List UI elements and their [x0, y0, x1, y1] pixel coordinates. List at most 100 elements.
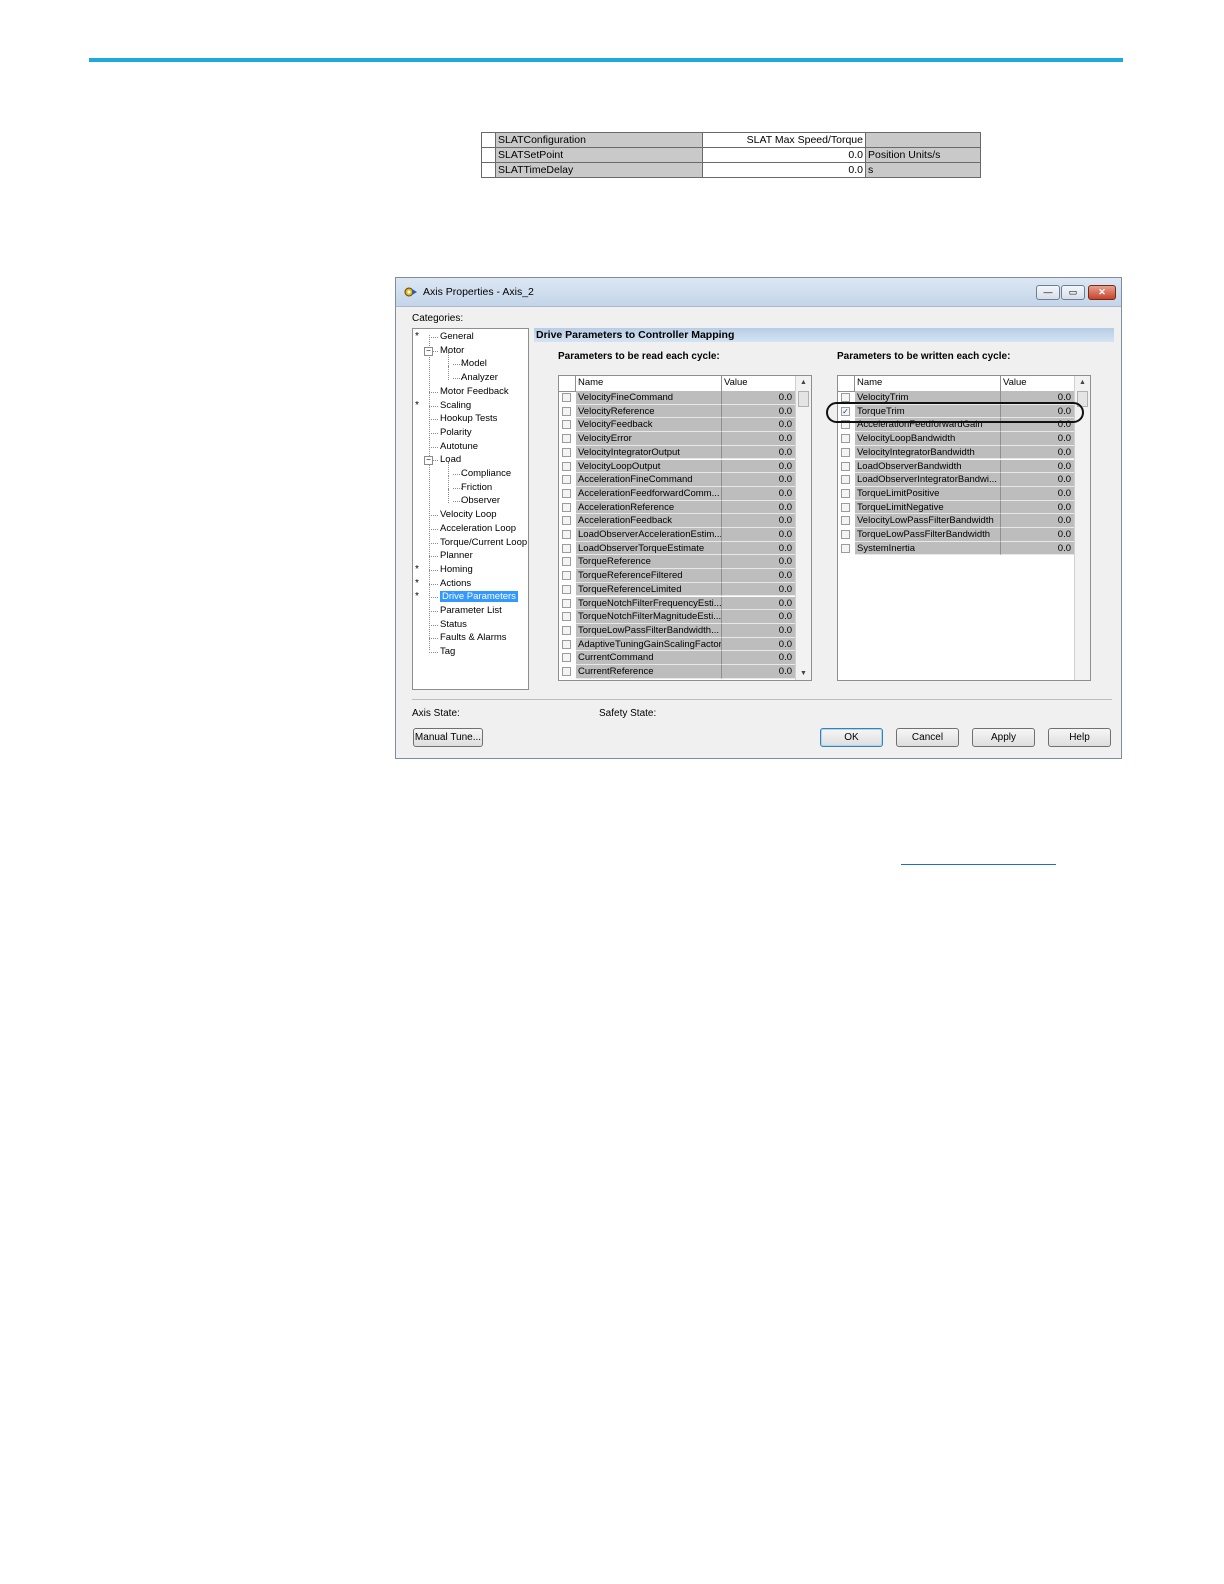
- tree-item[interactable]: Compliance: [461, 468, 511, 480]
- manual-tune-button[interactable]: Manual Tune...: [413, 728, 483, 747]
- param-row[interactable]: TorqueNotchFilterMagnitudeEsti... 0.0: [559, 610, 795, 624]
- checkbox[interactable]: [562, 447, 571, 457]
- param-row[interactable]: AccelerationFeedback 0.0: [559, 514, 795, 528]
- collapse-toggle-icon[interactable]: −: [424, 456, 433, 466]
- param-row[interactable]: VelocityLoopOutput 0.0: [559, 459, 795, 474]
- scroll-thumb[interactable]: [798, 391, 809, 407]
- slat-param-value[interactable]: SLAT Max Speed/Torque: [702, 132, 866, 148]
- checkbox[interactable]: [841, 461, 850, 471]
- tree-item[interactable]: Drive Parameters: [440, 591, 518, 603]
- tree-item[interactable]: Hookup Tests: [440, 413, 497, 425]
- categories-tree[interactable]: * General − Motor Model Analyzer Motor Feedbac…: [412, 328, 529, 690]
- param-row[interactable]: TorqueReferenceLimited 0.0: [559, 582, 795, 597]
- checkbox[interactable]: [841, 502, 850, 512]
- param-row[interactable]: CurrentReference 0.0: [559, 665, 795, 679]
- param-row[interactable]: LoadObserverTorqueEstimate 0.0: [559, 541, 795, 556]
- tree-item[interactable]: Autotune: [440, 441, 478, 453]
- collapse-toggle-icon[interactable]: −: [424, 346, 433, 356]
- checkbox[interactable]: [841, 434, 850, 444]
- checkbox[interactable]: [841, 475, 850, 485]
- tree-item[interactable]: Polarity: [440, 427, 472, 439]
- checkbox[interactable]: [562, 461, 571, 471]
- checkbox[interactable]: [562, 516, 571, 526]
- tree-item[interactable]: Acceleration Loop: [440, 523, 516, 535]
- checkbox[interactable]: [841, 488, 850, 498]
- checkbox[interactable]: [562, 612, 571, 622]
- slat-row-selector[interactable]: [481, 147, 496, 163]
- read-grid-scrollbar[interactable]: ▲ ▼: [795, 376, 811, 680]
- slat-row-selector[interactable]: [481, 162, 496, 178]
- tree-item[interactable]: Tag: [440, 646, 455, 658]
- checkbox[interactable]: [562, 625, 571, 635]
- tree-item[interactable]: Load: [440, 454, 461, 466]
- param-row[interactable]: AdaptiveTuningGainScalingFactor 0.0: [559, 637, 795, 652]
- param-row[interactable]: VelocityFineCommand 0.0: [559, 391, 795, 405]
- param-row[interactable]: TorqueLowPassFilterBandwidth... 0.0: [559, 623, 795, 638]
- apply-button[interactable]: Apply: [972, 728, 1035, 747]
- checkbox[interactable]: [562, 502, 571, 512]
- param-row[interactable]: VelocityLowPassFilterBandwidth 0.0: [838, 514, 1074, 528]
- checkbox[interactable]: [562, 598, 571, 608]
- checkbox[interactable]: [841, 543, 850, 553]
- ok-button[interactable]: OK: [820, 728, 883, 747]
- checkbox[interactable]: [841, 530, 850, 539]
- title-bar[interactable]: Axis Properties - Axis_2 — ▭ ✕: [396, 278, 1121, 307]
- slat-row-selector[interactable]: [481, 132, 496, 148]
- param-row[interactable]: TorqueReference 0.0: [559, 555, 795, 570]
- slat-param-value[interactable]: 0.0: [702, 162, 866, 178]
- tree-item[interactable]: Model: [461, 358, 487, 370]
- help-button[interactable]: Help: [1048, 728, 1111, 747]
- checkbox[interactable]: [562, 530, 571, 539]
- maximize-button[interactable]: ▭: [1061, 285, 1085, 300]
- checkbox[interactable]: [562, 420, 571, 430]
- header-name[interactable]: Name: [855, 376, 1001, 391]
- tree-item[interactable]: Motor: [440, 345, 464, 357]
- param-row[interactable]: LoadObserverBandwidth 0.0: [838, 459, 1074, 474]
- param-row[interactable]: AccelerationFineCommand 0.0: [559, 473, 795, 487]
- param-row[interactable]: VelocityReference 0.0: [559, 404, 795, 419]
- tree-item[interactable]: Status: [440, 619, 467, 631]
- param-row[interactable]: VelocityIntegratorOutput 0.0: [559, 445, 795, 460]
- tree-item[interactable]: Friction: [461, 482, 492, 494]
- checkbox[interactable]: [562, 571, 571, 581]
- header-value[interactable]: Value: [722, 376, 795, 391]
- tree-item[interactable]: Torque/Current Loop: [440, 537, 527, 549]
- checkbox[interactable]: [562, 406, 571, 416]
- read-params-grid[interactable]: Name Value ▲ ▼ VelocityFineCommand 0.0 Vel…: [558, 375, 812, 681]
- tree-item[interactable]: Observer: [461, 495, 500, 507]
- header-name[interactable]: Name: [576, 376, 722, 391]
- hyperlink-underline[interactable]: [901, 864, 1056, 865]
- tree-item[interactable]: Scaling: [440, 400, 471, 412]
- param-row[interactable]: CurrentCommand 0.0: [559, 651, 795, 665]
- tree-item[interactable]: Faults & Alarms: [440, 632, 507, 644]
- param-row[interactable]: TorqueLimitNegative 0.0: [838, 500, 1074, 515]
- param-row[interactable]: SystemInertia 0.0: [838, 541, 1074, 556]
- param-row[interactable]: VelocityFeedback 0.0: [559, 418, 795, 433]
- param-row[interactable]: VelocityError 0.0: [559, 432, 795, 446]
- tree-item[interactable]: Actions: [440, 578, 471, 590]
- minimize-button[interactable]: —: [1036, 285, 1060, 300]
- tree-item[interactable]: Motor Feedback: [440, 386, 509, 398]
- param-row[interactable]: TorqueNotchFilterFrequencyEsti... 0.0: [559, 596, 795, 611]
- checkbox[interactable]: [562, 667, 571, 676]
- tree-item[interactable]: Planner: [440, 550, 473, 562]
- cancel-button[interactable]: Cancel: [896, 728, 959, 747]
- param-row[interactable]: LoadObserverIntegratorBandwi... 0.0: [838, 473, 1074, 487]
- checkbox[interactable]: [562, 475, 571, 485]
- checkbox[interactable]: [562, 488, 571, 498]
- param-row[interactable]: VelocityLoopBandwidth 0.0: [838, 432, 1074, 446]
- tree-item[interactable]: Velocity Loop: [440, 509, 497, 521]
- param-row[interactable]: TorqueLowPassFilterBandwidth 0.0: [838, 528, 1074, 542]
- scroll-up-icon[interactable]: ▲: [800, 379, 807, 386]
- checkbox[interactable]: [841, 393, 850, 402]
- tree-item[interactable]: Analyzer: [461, 372, 498, 384]
- header-value[interactable]: Value: [1001, 376, 1074, 391]
- checkbox[interactable]: [841, 447, 850, 457]
- tree-item[interactable]: General: [440, 331, 474, 343]
- checkbox[interactable]: [562, 543, 571, 553]
- checkbox[interactable]: [562, 393, 571, 402]
- param-row[interactable]: VelocityIntegratorBandwidth 0.0: [838, 445, 1074, 460]
- scroll-up-icon[interactable]: ▲: [1079, 379, 1086, 386]
- checkbox[interactable]: [562, 557, 571, 567]
- slat-param-value[interactable]: 0.0: [702, 147, 866, 163]
